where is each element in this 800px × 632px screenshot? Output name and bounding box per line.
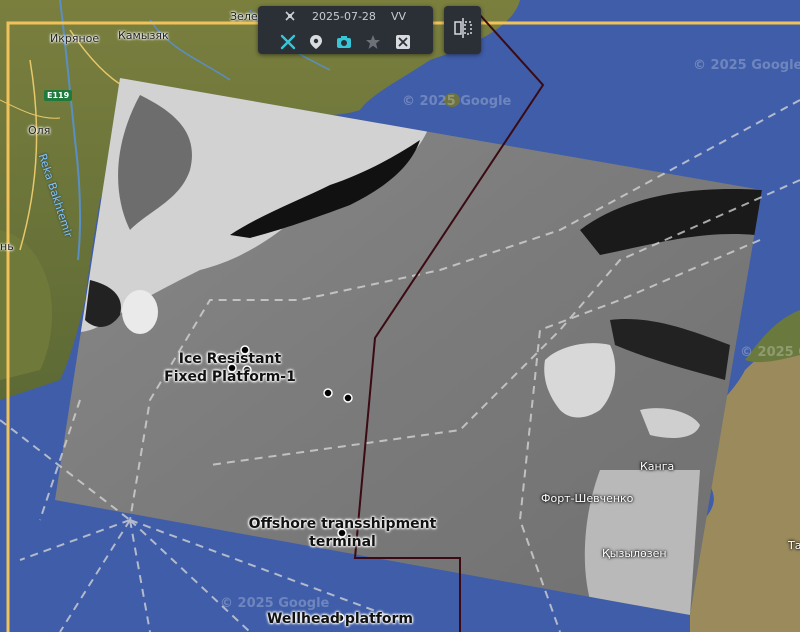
map-watermark: © 2025 Google [740, 345, 800, 360]
satellite-icon [284, 10, 296, 25]
star-icon[interactable] [362, 31, 384, 53]
imagery-toolbar: 2025-07-28 VV [258, 6, 433, 54]
place-label: Канга [640, 460, 675, 473]
feature-label-text: Offshore transshipment terminal [248, 516, 437, 550]
place-label: Камызяк [118, 29, 169, 42]
feature-label-text: Ice Resistant Fixed Platform-1 [164, 351, 296, 385]
camera-icon[interactable] [333, 31, 355, 53]
toolbar-actions-row [258, 30, 433, 54]
split-view-icon [452, 16, 474, 44]
place-label: нь [0, 240, 14, 253]
road-badge: E119 [44, 90, 73, 101]
sar-island [122, 290, 158, 334]
feature-point[interactable] [343, 393, 353, 403]
place-label: Та [788, 539, 800, 552]
map-watermark: © 2025 Google [220, 596, 330, 611]
feature-label-ice-platform[interactable]: Ice Resistant Fixed Platform-1 [150, 350, 310, 386]
feature-label-wellhead[interactable]: Wellhead platform [255, 610, 425, 628]
acquisition-date[interactable]: 2025-07-28 [312, 10, 376, 23]
map-watermark: © 2025 Google [402, 94, 512, 109]
place-label: Оля [28, 124, 51, 137]
feature-point[interactable] [323, 388, 333, 398]
tools-icon[interactable] [277, 31, 299, 53]
polarization-label[interactable]: VV [391, 10, 406, 23]
feature-label-offshore-terminal[interactable]: Offshore transshipment terminal [230, 515, 455, 551]
map-watermark: © 2025 Google [693, 58, 800, 73]
toolbar-info-row: 2025-07-28 VV [258, 8, 433, 26]
cut-icon[interactable] [392, 31, 414, 53]
feature-label-text: Wellhead platform [266, 611, 413, 627]
split-compare-button[interactable] [444, 6, 481, 54]
place-label: Форт-Шевченко [541, 492, 634, 505]
location-pin-icon[interactable] [305, 31, 327, 53]
place-label: Икряное [50, 32, 100, 45]
place-label: Қызылөзен [602, 547, 667, 560]
